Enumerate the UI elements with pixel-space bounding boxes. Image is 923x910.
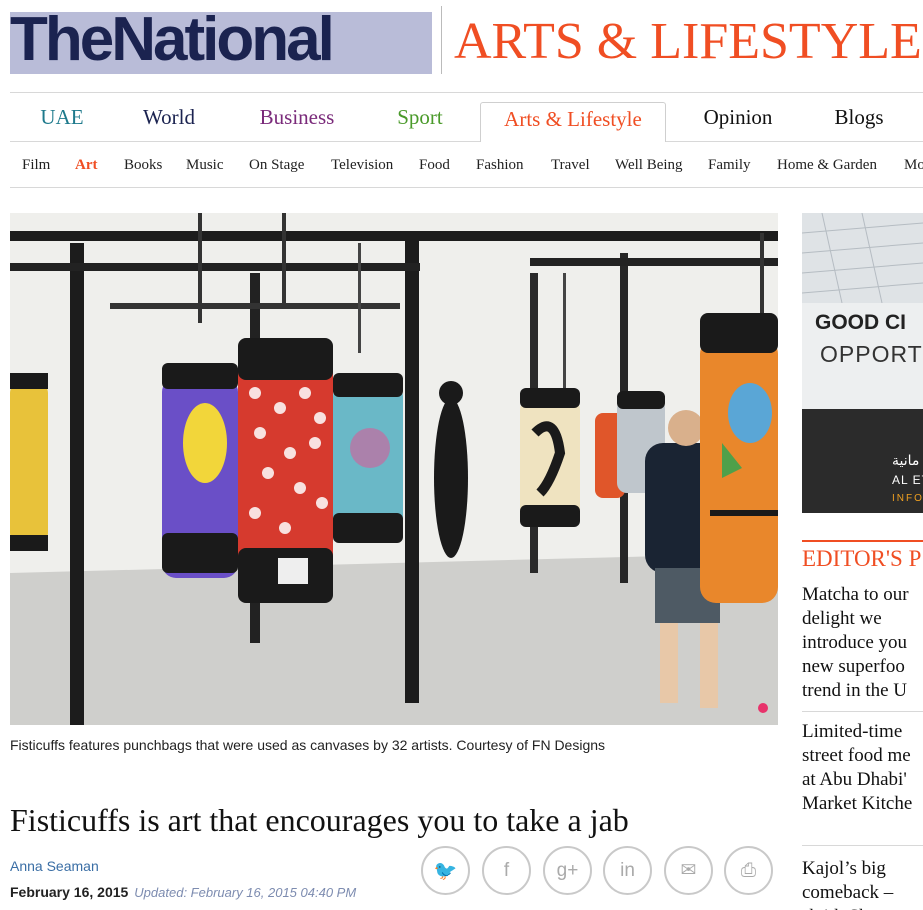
editors-picks-rule	[802, 540, 923, 542]
editors-pick-line: sh ith Sh	[802, 905, 923, 910]
nav-tab-business[interactable]: Business	[234, 93, 360, 141]
subnav-item-mo[interactable]: Mo	[904, 142, 923, 187]
article-date: February 16, 2015 Updated: February 16, 2…	[10, 884, 356, 900]
subnav-item-travel[interactable]: Travel	[551, 142, 590, 187]
subnav-item-family[interactable]: Family	[708, 142, 751, 187]
nav-tab-arts-lifestyle[interactable]: Arts & Lifestyle	[480, 102, 666, 142]
editors-pick-line: Kajol’s big	[802, 858, 886, 879]
linkedin-icon: in	[620, 859, 635, 881]
editors-pick-line: Market Kitche	[802, 793, 913, 814]
article-headline: Fisticuffs is art that encourages you to…	[10, 802, 629, 838]
masthead-divider	[441, 6, 442, 74]
ad-info: INFO	[892, 493, 923, 504]
image-caption: Fisticuffs features punchbags that were …	[10, 737, 606, 753]
subnav-item-art[interactable]: Art	[75, 142, 98, 187]
nav-tab-blogs[interactable]: Blogs	[802, 93, 916, 141]
editors-pick-item[interactable]: Limited-time street food me at Abu Dhabi' M…	[802, 720, 923, 816]
subnav-item-music[interactable]: Music	[186, 142, 224, 187]
sidebar-ad[interactable]: GOOD CI OPPORT مانية AL ET INFO	[802, 213, 923, 513]
masthead: TheNational ARTS & LIFESTYLE	[0, 0, 923, 90]
subnav-item-film[interactable]: Film	[22, 142, 50, 187]
twitter-icon: 🐦	[433, 860, 458, 882]
editors-pick-line: trend in the U	[802, 680, 908, 701]
ad-brand: AL ET	[892, 473, 923, 487]
logo-the: The	[10, 5, 114, 74]
nav-tab-world[interactable]: World	[114, 93, 224, 141]
editors-pick-line: delight we	[802, 608, 882, 629]
editors-pick-divider	[802, 845, 923, 846]
nav-tab-sport[interactable]: Sport	[370, 93, 470, 141]
editors-pick-line: Matcha to our	[802, 584, 909, 605]
google-plus-icon: g+	[556, 859, 579, 881]
editors-pick-line: at Abu Dhabi'	[802, 769, 907, 790]
linkedin-share-button[interactable]: in	[603, 846, 652, 895]
ad-arabic-text: مانية	[892, 453, 920, 469]
editors-pick-item[interactable]: Matcha to our delight we introduce you new …	[802, 583, 923, 703]
hero-image[interactable]	[10, 213, 778, 725]
subnav-item-well-being[interactable]: Well Being	[615, 142, 683, 187]
subnav-item-television[interactable]: Television	[331, 142, 393, 187]
editors-pick-divider	[802, 711, 923, 712]
subnav-item-home-garden[interactable]: Home & Garden	[777, 142, 877, 187]
ad-headline: GOOD CI	[815, 311, 907, 334]
nav-tab-opinion[interactable]: Opinion	[678, 93, 798, 141]
editors-pick-line: new superfoo	[802, 656, 905, 677]
editors-picks-title: EDITOR'S P	[802, 546, 922, 571]
twitter-share-button[interactable]: 🐦	[421, 846, 470, 895]
facebook-icon: f	[503, 859, 510, 881]
site-logo[interactable]: TheNational	[10, 4, 432, 74]
updated-date: Updated: February 16, 2015 04:40 PM	[134, 885, 357, 900]
editors-pick-line: comeback –	[802, 882, 894, 903]
editors-pick-line: Limited-time	[802, 721, 903, 742]
subnav-item-on-stage[interactable]: On Stage	[249, 142, 304, 187]
subnav-item-food[interactable]: Food	[419, 142, 450, 187]
nav-tab-uae[interactable]: UAE	[20, 93, 104, 141]
facebook-share-button[interactable]: f	[482, 846, 531, 895]
section-title[interactable]: ARTS & LIFESTYLE	[454, 12, 922, 72]
gallery-photo	[10, 213, 778, 725]
editors-pick-line: introduce you	[802, 632, 908, 653]
logo-text: TheNational	[10, 4, 335, 76]
article-author[interactable]: Anna Seaman	[10, 858, 99, 874]
logo-national: National	[111, 5, 335, 74]
google-plus-share-button[interactable]: g+	[543, 846, 592, 895]
ad-subheadline: OPPORT	[820, 341, 923, 367]
secondary-nav: Film Art Books Music On Stage Television Food F…	[10, 142, 923, 188]
email-share-button[interactable]: ✉	[664, 846, 713, 895]
publish-date: February 16, 2015	[10, 884, 129, 900]
editors-pick-item[interactable]: Kajol’s big comeback – sh ith Sh	[802, 857, 923, 910]
print-share-button[interactable]: ⎙	[724, 846, 773, 895]
print-icon: ⎙	[740, 859, 757, 881]
subnav-item-books[interactable]: Books	[124, 142, 162, 187]
subnav-item-fashion[interactable]: Fashion	[476, 142, 524, 187]
primary-nav: UAE World Business Sport Arts & Lifestyle Opi…	[10, 92, 923, 142]
email-icon: ✉	[680, 860, 697, 881]
editors-pick-line: street food me	[802, 745, 911, 766]
